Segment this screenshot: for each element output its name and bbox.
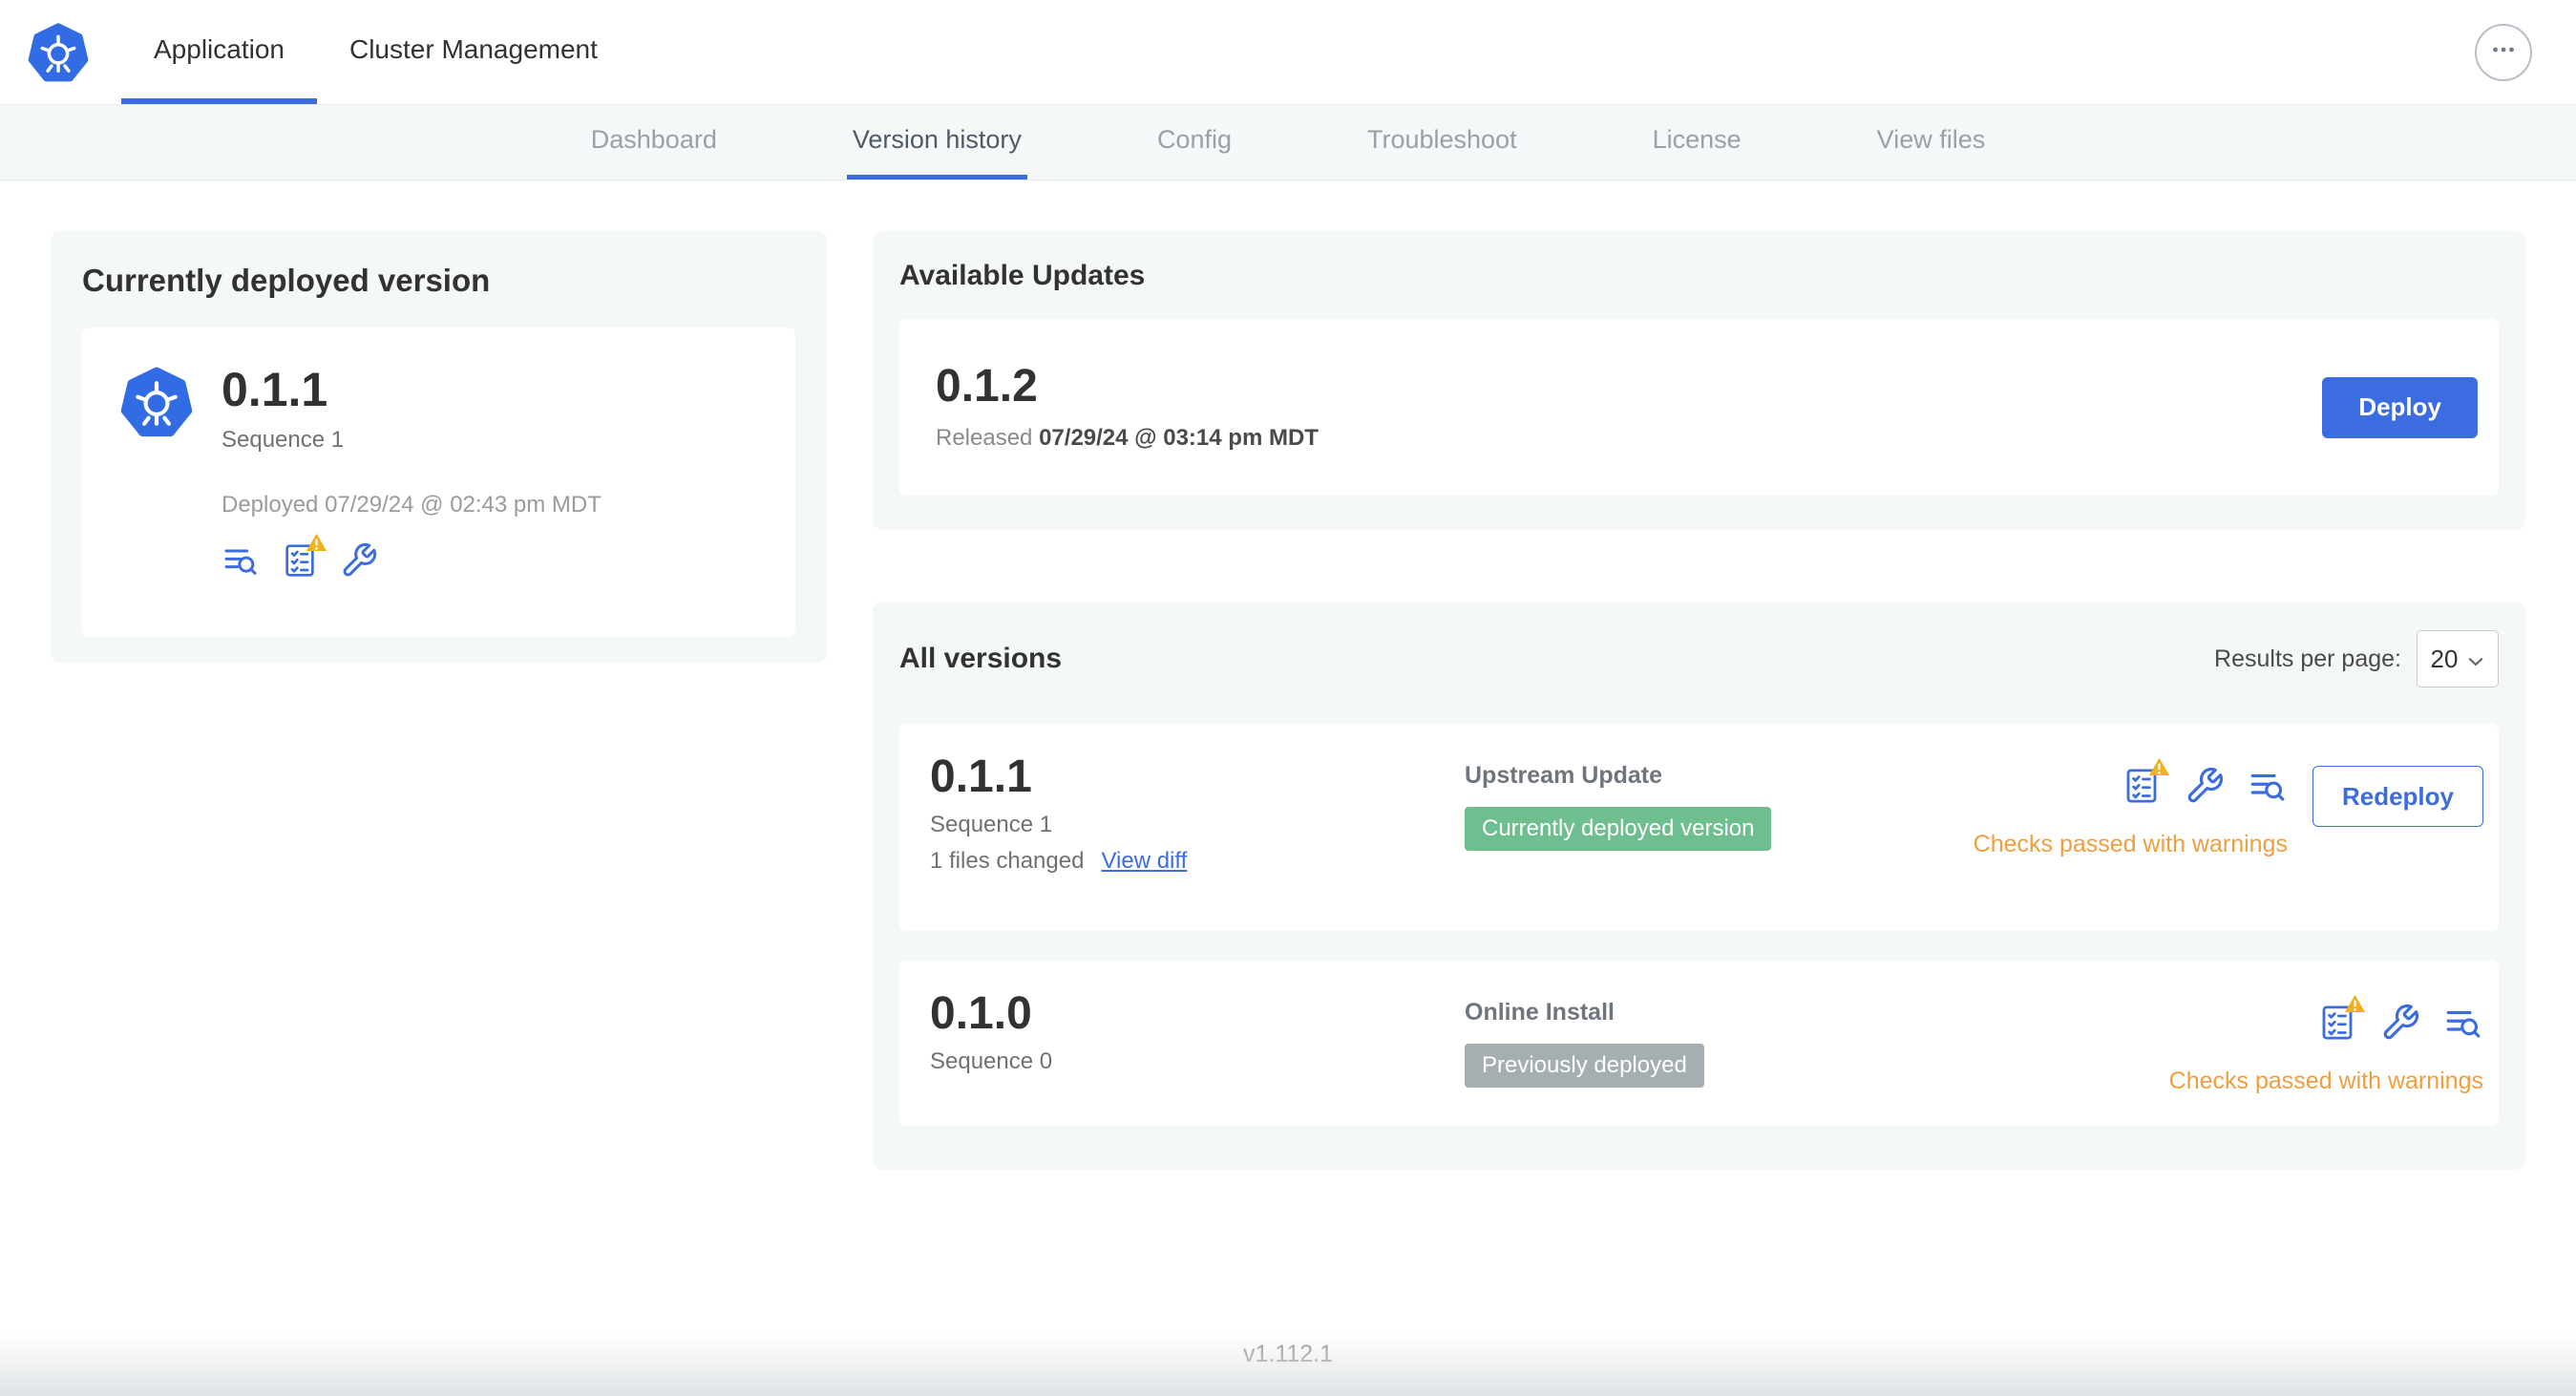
config-wrench-icon[interactable]	[2185, 766, 2225, 806]
config-wrench-icon[interactable]	[340, 541, 378, 580]
more-menu-button[interactable]	[2475, 23, 2532, 81]
preflight-status-text[interactable]: Checks passed with warnings	[1974, 831, 2288, 858]
chevron-down-icon	[2467, 645, 2484, 674]
deploy-logs-icon[interactable]	[2443, 1003, 2483, 1043]
subnav-item-dashboard[interactable]: Dashboard	[585, 105, 723, 180]
redeploy-button[interactable]: Redeploy	[2312, 766, 2483, 827]
version-row: 0.1.1 Sequence 1 1 files changed View di…	[899, 724, 2499, 931]
right-column: Available Updates 0.1.2 Released 07/29/2…	[873, 231, 2525, 1170]
deployed-version-number: 0.1.1	[222, 363, 328, 416]
all-versions-header: All versions Results per page: 20	[899, 630, 2499, 687]
warning-triangle-icon	[2344, 994, 2366, 1013]
currently-deployed-card: Currently deployed version 0.1.1 Sequenc	[51, 231, 827, 663]
version-source: Upstream Update	[1465, 762, 1662, 789]
all-versions-title: All versions	[899, 643, 1063, 674]
deploy-logs-icon[interactable]	[2248, 766, 2288, 806]
available-update-row: 0.1.2 Released 07/29/24 @ 03:14 pm MDT D…	[899, 319, 2499, 496]
kubernetes-logo-icon	[28, 0, 89, 104]
version-source-block: Online Install Previously deployed	[1465, 991, 2169, 1095]
app-subnav: Dashboard Version history Config Trouble…	[0, 105, 2576, 180]
version-source: Online Install	[1465, 999, 1615, 1026]
deploy-logs-icon[interactable]	[222, 541, 260, 580]
view-diff-link[interactable]: View diff	[1101, 848, 1187, 875]
version-actions: Checks passed with warnings Redeploy	[1974, 754, 2483, 900]
deployed-date: Deployed 07/29/24 @ 02:43 pm MDT	[222, 492, 602, 518]
deployed-version-panel: 0.1.1 Sequence 1 Deployed 07/29/24 @ 02:…	[82, 328, 795, 637]
results-per-page-value: 20	[2430, 644, 2459, 673]
version-sequence: Sequence 1	[930, 812, 1053, 837]
status-badge: Currently deployed version	[1465, 807, 1772, 851]
ellipsis-icon	[2487, 33, 2520, 71]
results-per-page: Results per page: 20	[2214, 630, 2499, 687]
available-updates-card: Available Updates 0.1.2 Released 07/29/2…	[873, 231, 2525, 530]
status-badge: Previously deployed	[1465, 1044, 1704, 1088]
deploy-button[interactable]: Deploy	[2322, 376, 2478, 438]
tab-application[interactable]: Application	[121, 0, 317, 104]
version-number: 0.1.0	[930, 988, 1032, 1039]
all-versions-card: All versions Results per page: 20 0.1.1 …	[873, 602, 2525, 1170]
version-actions: Checks passed with warnings	[2169, 991, 2483, 1095]
preflight-checklist-icon[interactable]	[281, 533, 327, 580]
update-released-date: Released 07/29/24 @ 03:14 pm MDT	[936, 424, 1319, 451]
top-nav: Application Cluster Management	[0, 0, 2576, 105]
version-row-info: 0.1.1 Sequence 1 1 files changed View di…	[930, 754, 1465, 900]
preflight-checklist-icon[interactable]	[2317, 994, 2366, 1043]
available-updates-title: Available Updates	[899, 260, 1146, 291]
results-per-page-label: Results per page:	[2214, 645, 2401, 672]
subnav-item-license[interactable]: License	[1647, 105, 1747, 180]
tab-cluster-management[interactable]: Cluster Management	[317, 0, 630, 104]
app-version-footer: v1.112.1	[1242, 1341, 1334, 1367]
version-row-info: 0.1.0 Sequence 0	[930, 991, 1465, 1095]
preflight-checklist-icon[interactable]	[2122, 757, 2170, 806]
version-sequence: Sequence 0	[930, 1048, 1053, 1074]
update-version-number: 0.1.2	[936, 360, 1038, 412]
deployed-sequence: Sequence 1	[222, 427, 345, 453]
subnav-item-config[interactable]: Config	[1151, 105, 1237, 180]
version-row: 0.1.0 Sequence 0 Online Install Previous…	[899, 961, 2499, 1126]
currently-deployed-title: Currently deployed version	[82, 263, 491, 298]
subnav-item-view-files[interactable]: View files	[1871, 105, 1992, 180]
results-per-page-select[interactable]: 20	[2417, 630, 2499, 687]
warning-triangle-icon	[306, 533, 327, 552]
main-content: Currently deployed version 0.1.1 Sequenc	[0, 180, 2576, 1170]
version-source-block: Upstream Update Currently deployed versi…	[1465, 754, 1974, 900]
preflight-status-text[interactable]: Checks passed with warnings	[2169, 1068, 2483, 1095]
page: Application Cluster Management Dashboard…	[0, 0, 2576, 1396]
config-wrench-icon[interactable]	[2380, 1003, 2420, 1043]
warning-triangle-icon	[2148, 757, 2170, 776]
version-number: 0.1.1	[930, 751, 1032, 802]
subnav-item-troubleshoot[interactable]: Troubleshoot	[1362, 105, 1523, 180]
files-changed-label: 1 files changed	[930, 848, 1085, 874]
subnav-item-version-history[interactable]: Version history	[846, 105, 1027, 180]
kubernetes-logo-icon	[120, 366, 193, 599]
deployed-actions	[222, 533, 602, 580]
